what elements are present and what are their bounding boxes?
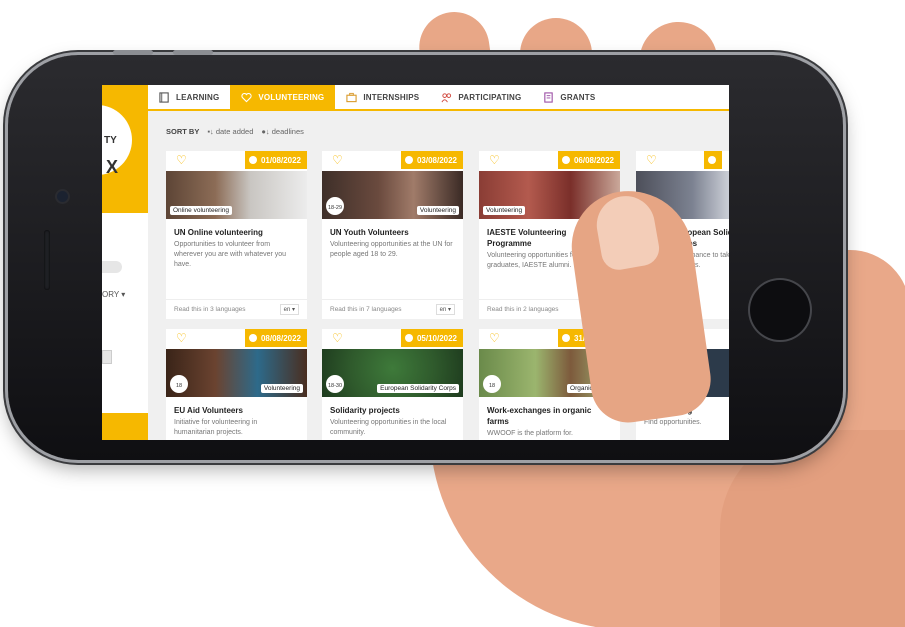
language-count: Read this in 2 languages bbox=[487, 306, 559, 313]
deadline-date: 05/10/2022 bbox=[416, 333, 457, 343]
card-image: 18-29 Volunteering bbox=[322, 171, 463, 219]
nav-label: VOLUNTEERING bbox=[258, 92, 325, 102]
deadline-date: 01/08/2022 bbox=[260, 155, 301, 165]
card-image: 18-30 European Solidarity Corps bbox=[322, 349, 463, 397]
card-description: Volunteering opportunities at the UN for… bbox=[330, 241, 453, 258]
category-tag: Volunteering bbox=[260, 384, 303, 393]
deadline-badge: 03/08/2022 bbox=[400, 151, 463, 169]
card-description: Opportunities to volunteer from wherever… bbox=[174, 241, 287, 268]
opportunity-card[interactable]: ♡ 05/10/2022 18-30 European Solidarity C… bbox=[322, 329, 463, 440]
document-icon bbox=[544, 91, 554, 103]
language-select[interactable]: en ▾ bbox=[435, 304, 455, 315]
volume-button bbox=[113, 50, 153, 55]
sort-option-label: deadlines bbox=[271, 127, 304, 136]
heart-icon[interactable]: ♡ bbox=[176, 332, 187, 344]
heart-icon[interactable]: ♡ bbox=[489, 332, 500, 344]
deadline-badge bbox=[704, 151, 722, 169]
sort-option-label: date added bbox=[215, 127, 254, 136]
nav-label: INTERNSHIPS bbox=[363, 92, 420, 102]
clock-icon bbox=[561, 334, 570, 342]
heart-icon[interactable]: ♡ bbox=[646, 154, 657, 166]
nav-label: LEARNING bbox=[176, 92, 220, 102]
opportunity-card[interactable]: ♡ 08/08/2022 18 Volunteering EU Aid Volu… bbox=[166, 329, 307, 440]
nav-volunteering[interactable]: VOLUNTEERING bbox=[230, 85, 336, 109]
opportunity-card[interactable]: ♡ 03/08/2022 18-29 Volunteering UN Youth… bbox=[322, 151, 463, 319]
deadline-date: 06/08/2022 bbox=[573, 155, 614, 165]
view-button[interactable] bbox=[102, 413, 148, 440]
age-badge: 18 bbox=[170, 375, 188, 393]
filter-select[interactable] bbox=[102, 350, 112, 364]
card-image: 18 Volunteering bbox=[166, 349, 307, 397]
heart-icon[interactable]: ♡ bbox=[332, 154, 343, 166]
deadline-badge: 05/10/2022 bbox=[400, 329, 463, 347]
card-description: Initiative for volunteering in humanitar… bbox=[174, 419, 258, 436]
deadline-date: 08/08/2022 bbox=[260, 333, 301, 343]
card-title[interactable]: UN Youth Volunteers bbox=[322, 219, 463, 240]
age-badge: 18 bbox=[483, 375, 501, 393]
age-badge: 18-29 bbox=[326, 197, 344, 215]
language-count: Read this in 3 languages bbox=[174, 306, 246, 313]
nav-learning[interactable]: LEARNING bbox=[148, 85, 230, 109]
nav-participating[interactable]: PARTICIPATING bbox=[430, 85, 532, 109]
age-badge: 18-30 bbox=[326, 375, 344, 393]
people-icon bbox=[441, 92, 452, 102]
clock-icon bbox=[248, 156, 257, 164]
logo-text: TY bbox=[104, 135, 117, 146]
sort-deadlines[interactable]: ●↓ deadlines bbox=[261, 127, 303, 136]
earpiece bbox=[44, 230, 50, 290]
top-navigation: LEARNING VOLUNTEERING INTERNSHIPS PARTIC… bbox=[148, 85, 729, 111]
clock-icon bbox=[404, 156, 413, 164]
nav-grants[interactable]: GRANTS bbox=[532, 85, 606, 109]
clock-icon bbox=[248, 334, 257, 342]
nav-label: PARTICIPATING bbox=[458, 92, 522, 102]
card-image: Online volunteering bbox=[166, 171, 307, 219]
briefcase-icon bbox=[346, 92, 357, 102]
deadline-badge: 08/08/2022 bbox=[244, 329, 307, 347]
language-count: Read this in 7 languages bbox=[330, 306, 402, 313]
category-tag: Online volunteering bbox=[170, 206, 233, 215]
language-select[interactable]: en ▾ bbox=[279, 304, 299, 315]
sort-label: SORT BY bbox=[166, 127, 200, 136]
category-dropdown[interactable]: ORY ▾ bbox=[102, 290, 125, 299]
card-title[interactable]: EU Aid Volunteers bbox=[166, 397, 307, 418]
category-label: ORY bbox=[102, 290, 120, 299]
opportunity-card[interactable]: ♡ 01/08/2022 Online volunteering UN Onli… bbox=[166, 151, 307, 319]
volume-button-2 bbox=[173, 50, 213, 55]
clock-icon bbox=[708, 156, 716, 164]
card-footer: Read this in 7 languages en ▾ bbox=[322, 299, 463, 319]
heart-icon bbox=[241, 92, 253, 102]
deadline-date: 03/08/2022 bbox=[416, 155, 457, 165]
clock-icon bbox=[404, 334, 413, 342]
sort-bar: SORT BY ▪↓ date added ●↓ deadlines bbox=[166, 127, 304, 136]
deadline-badge: 01/08/2022 bbox=[244, 151, 307, 169]
card-description: WWOOF is the platform for. bbox=[487, 430, 573, 437]
search-field[interactable] bbox=[102, 261, 122, 273]
card-description: Volunteering opportunities in the local … bbox=[330, 419, 447, 436]
deadline-badge: 06/08/2022 bbox=[557, 151, 620, 169]
heart-icon[interactable]: ♡ bbox=[489, 154, 500, 166]
logo-mark: X bbox=[106, 157, 119, 177]
home-button[interactable] bbox=[750, 280, 810, 340]
category-tag: Volunteering bbox=[416, 206, 459, 215]
clock-icon bbox=[561, 156, 570, 164]
front-camera bbox=[57, 191, 68, 202]
photo-stage: TY X ORY ▾ LEARNING VOLUNTEERING INTERNS… bbox=[0, 0, 905, 627]
nav-label: GRANTS bbox=[560, 92, 596, 102]
site-logo[interactable]: TY X bbox=[102, 85, 148, 213]
left-panel: TY X ORY ▾ bbox=[102, 85, 148, 440]
heart-icon[interactable]: ♡ bbox=[332, 332, 343, 344]
nav-internships[interactable]: INTERNSHIPS bbox=[335, 85, 430, 109]
category-tag: Volunteering bbox=[483, 206, 526, 215]
card-title[interactable]: Solidarity projects bbox=[322, 397, 463, 418]
card-title[interactable]: UN Online volunteering bbox=[166, 219, 307, 240]
book-icon bbox=[159, 91, 169, 103]
sort-date-added[interactable]: ▪↓ date added bbox=[207, 127, 253, 136]
category-tag: European Solidarity Corps bbox=[377, 384, 459, 393]
heart-icon[interactable]: ♡ bbox=[176, 154, 187, 166]
card-footer: Read this in 3 languages en ▾ bbox=[166, 299, 307, 319]
